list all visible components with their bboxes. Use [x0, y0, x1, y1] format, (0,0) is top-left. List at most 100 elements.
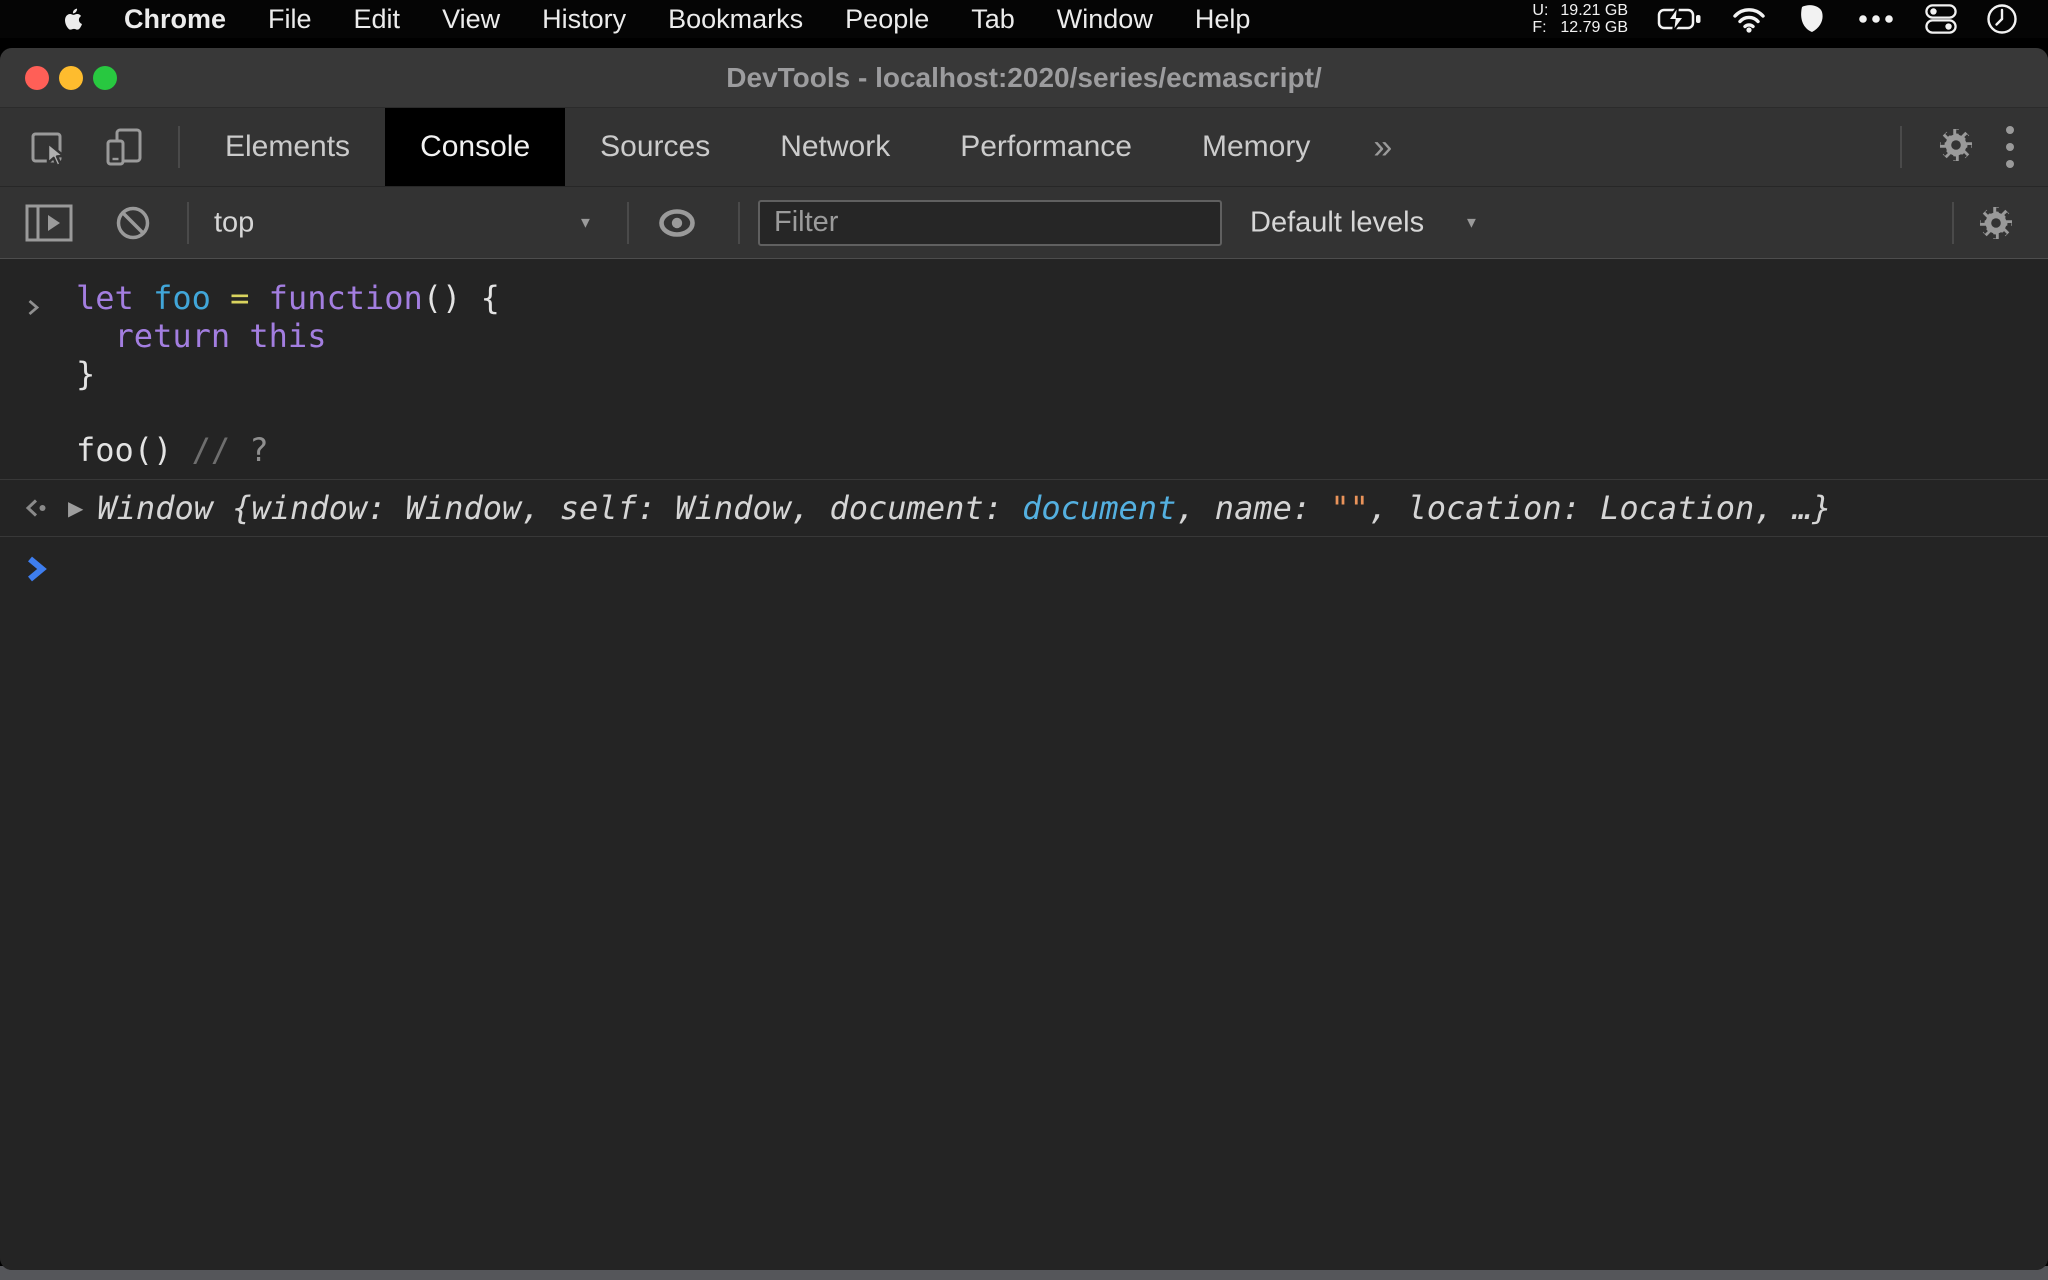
code-token: return	[114, 317, 231, 355]
more-tabs-button[interactable]: »	[1373, 128, 1394, 167]
menu-tab[interactable]: Tab	[971, 4, 1015, 34]
levels-dropdown-arrow-icon[interactable]: ▼	[1464, 214, 1479, 231]
expand-object-triangle-icon[interactable]: ▶	[68, 496, 83, 521]
console-sidebar-toggle-icon[interactable]	[25, 204, 73, 242]
menu-people[interactable]: People	[845, 4, 929, 34]
console-log-area[interactable]: let foo = function() { return this} foo(…	[0, 259, 2048, 1270]
return-value-icon	[22, 496, 52, 520]
inspect-element-icon[interactable]	[28, 125, 72, 169]
menu-chrome[interactable]: Chrome	[124, 4, 226, 34]
console-input-chevron-icon	[26, 288, 41, 326]
menu-bar-status: U: 19.21 GB F: 12.79 GB	[1532, 2, 2018, 36]
code-token: , location: Location, …}	[1368, 489, 1832, 527]
result-object-preview: Window {window: Window, self: Window, do…	[97, 489, 1831, 527]
app-status-icon[interactable]	[1795, 4, 1827, 34]
code-token: =	[230, 279, 250, 317]
code-token: this	[249, 317, 327, 355]
console-code-line: let foo = function() {	[76, 279, 2048, 317]
tab-console[interactable]: Console	[385, 108, 566, 186]
console-result-row: ▶ Window {window: Window, self: Window, …	[0, 479, 2048, 537]
window-title: DevTools - localhost:2020/series/ecmascr…	[726, 61, 1322, 93]
live-expression-eye-icon[interactable]	[656, 207, 698, 239]
code-token: Window {window: Window, self: Window, do…	[97, 489, 1023, 527]
zoom-window-button[interactable]	[93, 65, 117, 90]
menu-bookmarks[interactable]: Bookmarks	[668, 4, 803, 34]
tab-bar-separator	[178, 126, 180, 168]
tab-bar-right-separator	[1900, 126, 1902, 168]
screen: Chrome File Edit View History Bookmarks People…	[0, 0, 2048, 1280]
tab-network[interactable]: Network	[745, 108, 925, 186]
memory-used-label: U:	[1532, 2, 1549, 19]
code-token: document	[1022, 489, 1177, 527]
console-prompt-row[interactable]	[0, 537, 2048, 591]
wifi-icon[interactable]	[1732, 5, 1766, 33]
code-token: ?	[249, 431, 269, 469]
console-settings-gear-icon[interactable]	[1974, 201, 2018, 245]
settings-gear-icon[interactable]	[1934, 123, 1978, 172]
console-code-line: return this	[76, 317, 2048, 355]
minimize-window-button[interactable]	[59, 65, 83, 90]
toolbar-separator-3	[738, 201, 740, 244]
console-input-entry: let foo = function() { return this} foo(…	[0, 259, 2048, 479]
more-options-icon[interactable]	[2006, 126, 2014, 168]
device-toolbar-icon[interactable]	[104, 126, 146, 168]
close-window-button[interactable]	[25, 65, 49, 90]
filter-input[interactable]	[758, 199, 1222, 246]
toolbar-separator-4	[1952, 201, 1954, 244]
code-token: //	[191, 431, 231, 469]
devtools-window: DevTools - localhost:2020/series/ecmascr…	[0, 48, 2048, 1270]
code-token: , name:	[1176, 489, 1331, 527]
context-selector[interactable]: top	[214, 206, 254, 239]
console-prompt-chevron-icon	[28, 556, 47, 582]
memory-free-value: 12.79 GB	[1560, 19, 1628, 36]
code-token: function	[268, 279, 423, 317]
menu-window[interactable]: Window	[1057, 4, 1153, 34]
code-token: foo()	[76, 431, 192, 469]
menu-items: Chrome File Edit View History Bookmarks People…	[124, 4, 1292, 35]
console-code-line: }	[76, 355, 2048, 393]
tab-elements[interactable]: Elements	[190, 108, 385, 186]
panel-tabs: Elements Console Sources Network Performance…	[190, 108, 1345, 186]
memory-used-value: 19.21 GB	[1560, 2, 1628, 19]
code-token: foo	[153, 279, 211, 317]
window-title-bar: DevTools - localhost:2020/series/ecmascr…	[0, 48, 2048, 108]
memory-status[interactable]: U: 19.21 GB F: 12.79 GB	[1532, 2, 1628, 36]
control-center-toggles-icon[interactable]	[1925, 3, 1957, 35]
code-token: }	[76, 355, 96, 393]
clear-console-icon[interactable]	[114, 204, 152, 242]
menu-edit[interactable]: Edit	[354, 4, 401, 34]
clock-icon[interactable]	[1986, 3, 2018, 35]
console-toolbar: top ▼ Default levels ▼	[0, 186, 2048, 259]
toolbar-separator-2	[627, 201, 629, 244]
toolbar-separator-1	[187, 201, 189, 244]
apple-logo-icon[interactable]	[58, 4, 84, 34]
tab-memory[interactable]: Memory	[1167, 108, 1345, 186]
context-dropdown-arrow-icon[interactable]: ▼	[578, 214, 593, 231]
tab-performance[interactable]: Performance	[925, 108, 1167, 186]
tab-bar-right-controls	[1900, 108, 2048, 186]
apple-logo-icon	[65, 8, 82, 30]
menu-history[interactable]: History	[542, 4, 626, 34]
memory-free-label: F:	[1532, 19, 1547, 36]
tab-sources[interactable]: Sources	[565, 108, 745, 186]
console-code-line	[76, 393, 2048, 431]
code-token: ""	[1330, 489, 1369, 527]
menu-bar-left: Chrome File Edit View History Bookmarks People…	[58, 4, 1292, 35]
log-levels-selector[interactable]: Default levels	[1250, 206, 1424, 239]
menu-file[interactable]: File	[268, 4, 312, 34]
macos-menu-bar: Chrome File Edit View History Bookmarks People…	[0, 0, 2048, 38]
traffic-lights	[25, 48, 117, 107]
ellipsis-icon[interactable]	[1856, 13, 1896, 25]
console-code-line: foo() // ?	[76, 431, 2048, 469]
menu-view[interactable]: View	[442, 4, 500, 34]
code-token: let	[76, 279, 134, 317]
menu-help[interactable]: Help	[1195, 4, 1251, 34]
console-input-code: let foo = function() { return this} foo(…	[76, 279, 2048, 469]
battery-charging-icon[interactable]	[1657, 5, 1703, 33]
devtools-tab-bar: Elements Console Sources Network Performance…	[0, 108, 2048, 186]
